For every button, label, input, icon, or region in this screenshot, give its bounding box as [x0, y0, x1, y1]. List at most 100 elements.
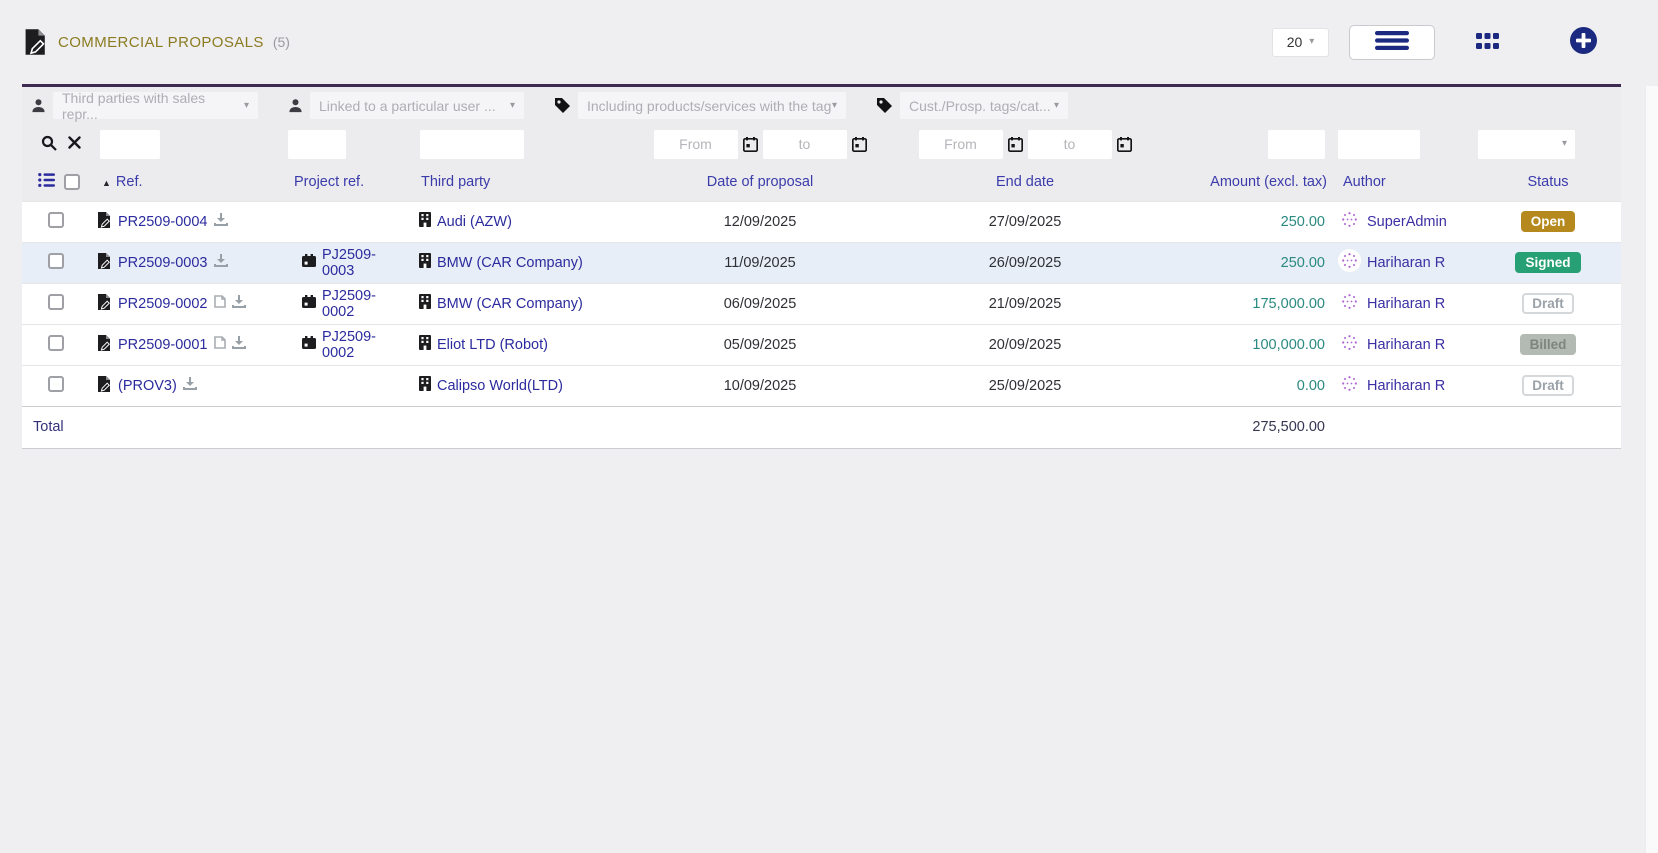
project-icon [302, 336, 316, 353]
column-header-project[interactable]: Project ref. [288, 164, 385, 201]
author-link[interactable]: Hariharan R [1367, 337, 1445, 353]
end-date: 25/09/2025 [895, 365, 1155, 406]
total-label: Total [22, 406, 1155, 448]
top-controls: 20 ▾ [1272, 25, 1597, 60]
download-icon[interactable] [232, 336, 246, 353]
proposal-date: 10/09/2025 [625, 365, 895, 406]
calendar-icon[interactable] [743, 137, 758, 152]
kanban-view-button[interactable] [1476, 33, 1499, 52]
filter-linked-user[interactable]: Linked to a particular user ... ▾ [310, 92, 524, 119]
project-ref-link[interactable]: PJ2509-0003 [322, 247, 385, 279]
download-icon[interactable] [214, 254, 228, 271]
project-ref-link[interactable]: PJ2509-0002 [322, 288, 385, 320]
select-all-checkbox[interactable] [64, 174, 80, 190]
record-count: (5) [273, 34, 290, 50]
page-size-select[interactable]: 20 ▾ [1272, 28, 1329, 57]
filter-sales-rep[interactable]: Third parties with sales repr... ▾ [53, 92, 258, 119]
page-title: COMMERCIAL PROPOSALS [58, 34, 264, 51]
tag-icon [554, 97, 571, 114]
proposal-ref-link[interactable]: (PROV3) [118, 378, 177, 394]
table-header-row: ▲ Ref. Project ref. Third party Date of p… [22, 164, 1621, 201]
proposal-icon [97, 212, 112, 232]
proposal-ref-link[interactable]: PR2509-0002 [118, 296, 208, 312]
list-fields-icon[interactable] [38, 173, 55, 191]
proposal-icon [97, 376, 112, 396]
search-icon[interactable] [41, 135, 57, 154]
project-ref-link[interactable]: PJ2509-0002 [322, 329, 385, 361]
row-checkbox[interactable] [48, 335, 64, 351]
calendar-icon[interactable] [1008, 137, 1023, 152]
proposal-ref-link[interactable]: PR2509-0001 [118, 337, 208, 353]
proposal-ref-link[interactable]: PR2509-0003 [118, 255, 208, 271]
download-icon[interactable] [214, 213, 228, 230]
search-author-input[interactable] [1338, 130, 1420, 159]
row-checkbox[interactable] [48, 376, 64, 392]
third-party-link[interactable]: Calipso World(LTD) [437, 378, 563, 394]
column-header-project-label: Project ref. [294, 174, 364, 190]
third-party-link[interactable]: Eliot LTD (Robot) [437, 337, 548, 353]
proposal-date: 12/09/2025 [625, 201, 895, 242]
calendar-icon[interactable] [1117, 137, 1132, 152]
column-header-third-party-label: Third party [421, 174, 490, 190]
author-link[interactable]: Hariharan R [1367, 255, 1445, 271]
filter-customer-tags[interactable]: Cust./Prosp. tags/cat... ▾ [900, 92, 1068, 119]
column-header-end-date[interactable]: End date [895, 164, 1155, 201]
chevron-down-icon: ▾ [832, 101, 837, 111]
end-date-to-input[interactable] [1028, 130, 1112, 159]
calendar-icon[interactable] [852, 137, 867, 152]
page-size-value: 20 [1287, 34, 1303, 50]
proposal-icon [97, 253, 112, 273]
clear-search-icon[interactable] [68, 136, 81, 152]
row-checkbox[interactable] [48, 253, 64, 269]
proposal-ref-link[interactable]: PR2509-0004 [118, 214, 208, 230]
proposal-icon [97, 335, 112, 355]
author-link[interactable]: Hariharan R [1367, 296, 1445, 312]
end-date-from-input[interactable] [919, 130, 1003, 159]
end-date: 21/09/2025 [895, 283, 1155, 324]
list-view-button[interactable] [1349, 25, 1435, 60]
user-icon [288, 98, 303, 113]
download-icon[interactable] [183, 377, 197, 394]
filter-linked-user-label: Linked to a particular user ... [319, 98, 496, 114]
scrollbar-track[interactable] [1645, 86, 1658, 853]
third-party-link[interactable]: BMW (CAR Company) [437, 255, 583, 271]
total-amount: 275,500.00 [1155, 406, 1330, 448]
proposals-table: ▾ ▲Ref. Project ref. Third p [22, 124, 1621, 449]
status-badge: Billed [1520, 334, 1577, 355]
search-status-select[interactable]: ▾ [1478, 130, 1575, 159]
column-header-amount[interactable]: Amount (excl. tax) [1155, 164, 1330, 201]
download-icon[interactable] [232, 295, 246, 312]
column-header-ref[interactable]: ▲ Ref. [90, 164, 288, 201]
project-link-wrap: PJ2509-0002 [302, 329, 385, 361]
search-third-party-input[interactable] [420, 130, 524, 159]
avatar [1338, 372, 1361, 399]
proposal-date-to-input[interactable] [763, 130, 847, 159]
amount-excl-tax: 175,000.00 [1155, 283, 1330, 324]
plus-icon [1570, 27, 1597, 57]
table-row: PR2509-0001 PJ2509-0002 [22, 324, 1621, 365]
column-header-date[interactable]: Date of proposal [625, 164, 895, 201]
search-amount-input[interactable] [1268, 130, 1325, 159]
column-header-third-party[interactable]: Third party [385, 164, 625, 201]
column-header-author[interactable]: Author [1330, 164, 1475, 201]
author-link[interactable]: Hariharan R [1367, 378, 1445, 394]
avatar [1338, 249, 1361, 276]
building-icon [419, 253, 431, 272]
proposal-title-icon [24, 29, 48, 55]
sort-asc-icon: ▲ [102, 178, 111, 188]
author-link[interactable]: SuperAdmin [1367, 214, 1447, 230]
row-checkbox[interactable] [48, 212, 64, 228]
create-new-button[interactable] [1570, 27, 1597, 57]
column-header-author-label: Author [1343, 174, 1386, 190]
third-party-link[interactable]: Audi (AZW) [437, 214, 512, 230]
column-header-ref-label: Ref. [116, 174, 143, 190]
search-project-input[interactable] [288, 130, 346, 159]
filter-product-tag[interactable]: Including products/services with the tag… [578, 92, 846, 119]
proposal-date-from-input[interactable] [654, 130, 738, 159]
grid-icon [1476, 33, 1499, 52]
column-header-status[interactable]: Status [1475, 164, 1621, 201]
proposal-date: 11/09/2025 [625, 242, 895, 283]
row-checkbox[interactable] [48, 294, 64, 310]
search-ref-input[interactable] [100, 130, 160, 159]
third-party-link[interactable]: BMW (CAR Company) [437, 296, 583, 312]
